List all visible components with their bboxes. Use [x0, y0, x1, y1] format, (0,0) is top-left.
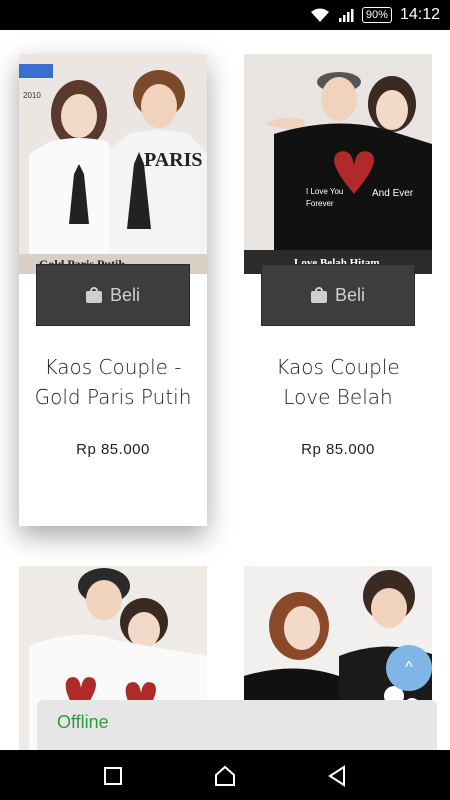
- battery-icon: 90%: [361, 7, 392, 23]
- back-icon[interactable]: [325, 764, 349, 788]
- scroll-to-top-button[interactable]: ^: [386, 645, 432, 691]
- recent-apps-icon[interactable]: [101, 764, 125, 788]
- product-title[interactable]: Kaos Couple - Gold Paris Putih: [19, 352, 207, 412]
- signal-icon: [338, 9, 354, 22]
- offline-label: Offline: [57, 712, 109, 732]
- product-image[interactable]: I Love You Forever And Ever Love Belah H…: [244, 54, 432, 274]
- wifi-icon: [310, 8, 329, 22]
- product-card[interactable]: I Love You Forever And Ever Love Belah H…: [244, 54, 432, 526]
- clock: 14:12: [399, 6, 440, 23]
- product-grid: 2010 PARIS Gold Paris Putih Beli Kaos Co…: [0, 30, 450, 750]
- home-icon[interactable]: [213, 764, 237, 788]
- buy-button[interactable]: Beli: [261, 264, 415, 326]
- offline-banner: Offline: [37, 700, 437, 750]
- shopping-bag-icon: [85, 287, 102, 303]
- buy-button-label: Beli: [334, 284, 365, 305]
- svg-text:I Love You: I Love You: [306, 187, 343, 196]
- navigation-bar: [0, 750, 450, 800]
- svg-text:2010: 2010: [23, 91, 41, 100]
- product-price: Rp 85.000: [76, 441, 150, 458]
- svg-text:Forever: Forever: [306, 199, 334, 208]
- status-bar: 90% 14:12: [0, 0, 450, 30]
- product-price: Rp 85.000: [301, 441, 375, 458]
- product-title[interactable]: Kaos Couple Love Belah: [244, 352, 432, 412]
- product-card[interactable]: 2010 PARIS Gold Paris Putih Beli Kaos Co…: [19, 54, 207, 526]
- product-image[interactable]: 2010 PARIS Gold Paris Putih: [19, 54, 207, 274]
- svg-text:And Ever: And Ever: [372, 188, 414, 199]
- buy-button[interactable]: Beli: [36, 264, 190, 326]
- chevron-up-icon: ^: [405, 659, 413, 676]
- svg-text:PARIS: PARIS: [144, 149, 203, 171]
- buy-button-label: Beli: [109, 284, 140, 305]
- shopping-bag-icon: [310, 287, 327, 303]
